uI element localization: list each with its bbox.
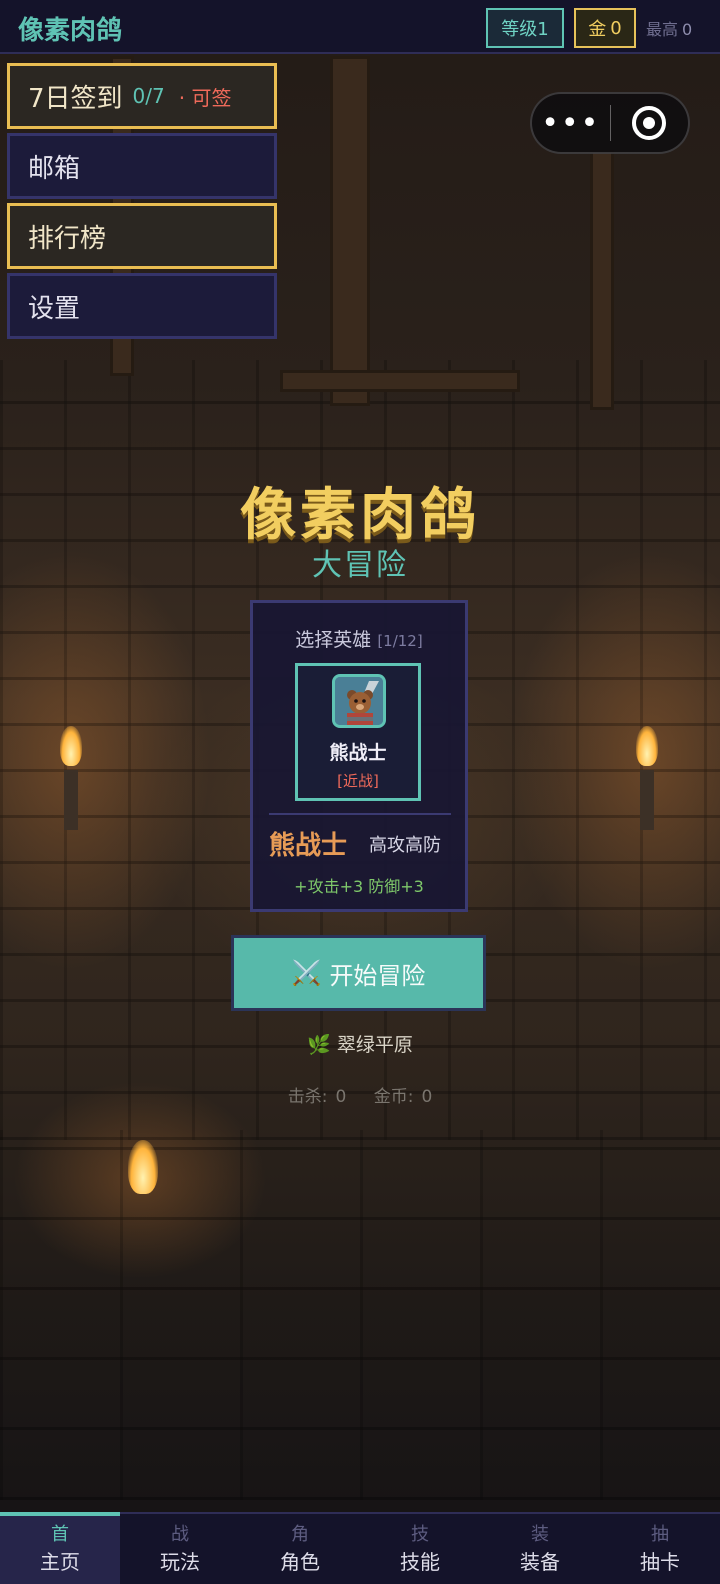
run-stats: 击杀: 0 金币: 0 (0, 1082, 720, 1107)
close-icon[interactable] (611, 94, 689, 152)
campfire-flame (128, 1140, 158, 1194)
settings-label: 设置 (28, 293, 81, 324)
gold-label: 金 (588, 19, 607, 40)
torch-flame (636, 726, 658, 766)
kills-value: 0 (335, 1087, 347, 1107)
tab-gacha[interactable]: 抽 抽卡 (600, 1514, 720, 1584)
start-adventure-button[interactable]: ⚔️ 开始冒险 (231, 935, 486, 1011)
gold-value: 0 (610, 17, 622, 39)
hero-select-panel: 选择英雄 [1/12] 熊战士 [近战] 熊战士 高攻高防 +攻击+3 防御+3 (250, 600, 468, 912)
wall-torch (64, 770, 78, 830)
torch-flame (60, 726, 82, 766)
ceiling-beam (590, 150, 614, 410)
tab-equipment-label: 装备 (520, 1550, 560, 1574)
checkin-count: 0/7 (132, 84, 165, 108)
character-icon: 角 (291, 1524, 309, 1545)
more-icon[interactable]: ••• (532, 94, 610, 152)
ceiling-beam (280, 370, 520, 392)
equipment-icon: 装 (531, 1524, 549, 1545)
hero-card-name: 熊战士 (329, 742, 387, 764)
wall-torch (640, 770, 654, 830)
ceiling-beam (330, 56, 370, 406)
tab-equipment[interactable]: 装 装备 (480, 1514, 600, 1584)
tab-skills[interactable]: 技 技能 (360, 1514, 480, 1584)
tab-character[interactable]: 角 角色 (240, 1514, 360, 1584)
tab-home-label: 主页 (40, 1550, 80, 1574)
mailbox-button[interactable]: 邮箱 (7, 133, 277, 199)
leaf-icon: 🌿 (307, 1034, 331, 1056)
tab-skills-label: 技能 (400, 1550, 440, 1574)
home-icon: 首 (51, 1524, 69, 1545)
tab-gameplay[interactable]: 战 玩法 (120, 1514, 240, 1584)
coins-label: 金币: (373, 1087, 414, 1107)
app-title: 像素肉鸽 (18, 16, 123, 46)
game-subtitle: 大冒险 (312, 548, 408, 583)
gacha-icon: 抽 (651, 1524, 669, 1545)
checkin-button[interactable]: 7日签到 0/7 · 可签 (7, 63, 277, 129)
game-title: 像素肉鸽 (240, 483, 480, 548)
best-label: 最高 (646, 20, 679, 39)
settings-button[interactable]: 设置 (7, 273, 277, 339)
coins-value: 0 (421, 1087, 433, 1107)
hero-description: 高攻高防 (369, 835, 441, 856)
hero-count: [1/12] (377, 632, 423, 650)
leaderboard-label: 排行榜 (28, 223, 107, 254)
leaderboard-button[interactable]: 排行榜 (7, 203, 277, 269)
hero-divider (269, 813, 451, 815)
battle-icon: 战 (171, 1524, 189, 1545)
stone-floor (0, 1130, 720, 1500)
kills-label: 击杀: (287, 1087, 328, 1107)
mailbox-label: 邮箱 (28, 153, 81, 184)
swords-icon: ⚔️ (291, 959, 322, 987)
hero-select-header: 选择英雄 [1/12] (253, 625, 465, 652)
tab-gameplay-label: 玩法 (160, 1550, 200, 1574)
checkin-status: · 可签 (178, 85, 232, 110)
hero-card-type: [近战] (337, 772, 379, 790)
top-bar: 像素肉鸽 等级1 金 0 最高 0 (0, 0, 720, 54)
hero-select-title: 选择英雄 (295, 629, 372, 651)
gold-badge: 金 0 (574, 8, 636, 48)
hero-card[interactable]: 熊战士 [近战] (295, 663, 421, 801)
skills-icon: 技 (411, 1524, 429, 1545)
best-value: 0 (682, 20, 693, 39)
hero-name: 熊战士 (269, 831, 348, 861)
tab-home[interactable]: 首 主页 (0, 1512, 120, 1584)
region-label: 🌿 翠绿平原 (0, 1030, 720, 1057)
level-badge: 等级1 (486, 8, 564, 48)
miniprogram-capsule: ••• (530, 92, 690, 154)
best-score: 最高 0 (646, 16, 692, 40)
checkin-label: 7日签到 (28, 83, 123, 114)
region-name: 翠绿平原 (336, 1034, 413, 1056)
hero-stats: +攻击+3 防御+3 (294, 877, 424, 896)
tab-character-label: 角色 (280, 1550, 320, 1574)
bottom-nav: 首 主页 战 玩法 角 角色 技 技能 装 装备 抽 抽卡 (0, 1512, 720, 1584)
start-adventure-label: 开始冒险 (329, 961, 426, 990)
bear-warrior-icon (332, 674, 386, 728)
tab-gacha-label: 抽卡 (640, 1550, 680, 1574)
